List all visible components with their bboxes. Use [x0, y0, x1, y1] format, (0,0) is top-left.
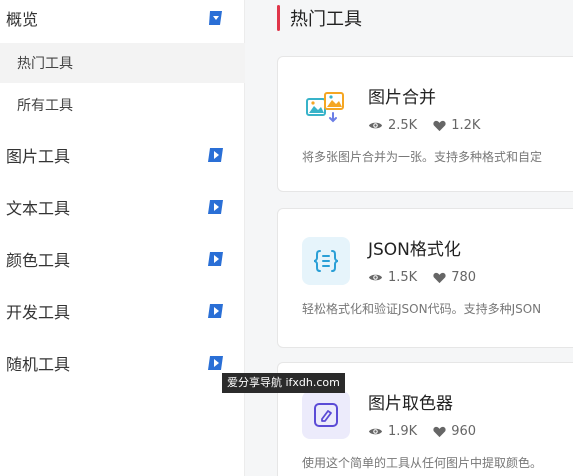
sidebar-group-label: 概览 — [6, 10, 39, 29]
heart-icon — [433, 120, 446, 131]
collapse-arrow-icon — [209, 11, 222, 25]
sidebar-item-label: 热门工具 — [17, 56, 73, 72]
tool-card-title: JSON格式化 — [368, 240, 461, 260]
views-stat: 1.5K — [368, 270, 417, 285]
tool-card-stats: 2.5K 1.2K — [368, 118, 496, 133]
sidebar-group-overview[interactable]: 概览 — [0, 0, 245, 38]
sidebar-group-label: 文本工具 — [6, 199, 71, 218]
sidebar-group-random-tools[interactable]: 随机工具 — [0, 343, 245, 383]
watermark: 爱分享导航 ifxdh.com — [222, 373, 345, 393]
sidebar-item-all-tools[interactable]: 所有工具 — [0, 85, 245, 125]
sidebar-item-label: 所有工具 — [17, 98, 73, 114]
section-title-text: 热门工具 — [290, 9, 362, 30]
heart-icon — [433, 426, 446, 437]
likes-stat: 960 — [433, 424, 476, 439]
eye-icon — [368, 122, 383, 129]
sidebar-group-text-tools[interactable]: 文本工具 — [0, 187, 245, 227]
eye-icon — [368, 274, 383, 281]
tool-card-description: 将多张图片合并为一张。支持多种格式和自定 — [302, 150, 543, 164]
views-count: 2.5K — [388, 118, 418, 133]
expand-arrow-icon — [208, 200, 223, 214]
tool-card-stats: 1.9K 960 — [368, 424, 492, 439]
sidebar-group-label: 图片工具 — [6, 147, 71, 166]
expand-arrow-icon — [208, 252, 223, 266]
sidebar-group-label: 开发工具 — [6, 303, 71, 322]
tool-card-description: 轻松格式化和验证JSON代码。支持多种JSON — [302, 302, 542, 316]
tool-card-json-format[interactable]: JSON格式化 1.5K 780 轻松格式化和验证JSON代码。支持多种JSON — [277, 208, 573, 348]
tool-card-title: 图片合并 — [368, 88, 436, 108]
expand-arrow-icon — [208, 304, 223, 318]
main-content: 热门工具 图片合并 2.5K 1.2K 将多张图片合并为一张。支持多种格式和自定… — [245, 0, 573, 476]
likes-count: 1.2K — [451, 118, 481, 133]
likes-stat: 780 — [433, 270, 476, 285]
sidebar-group-image-tools[interactable]: 图片工具 — [0, 135, 245, 175]
image-merge-icon — [302, 85, 350, 133]
json-braces-icon — [302, 237, 350, 285]
color-picker-icon — [302, 391, 350, 439]
section-accent-bar — [277, 5, 280, 31]
tool-card-image-merge[interactable]: 图片合并 2.5K 1.2K 将多张图片合并为一张。支持多种格式和自定 — [277, 56, 573, 192]
heart-icon — [433, 272, 446, 283]
sidebar-item-hot-tools[interactable]: 热门工具 — [0, 43, 245, 83]
likes-count: 780 — [451, 270, 477, 285]
sidebar: 概览 热门工具 所有工具 图片工具 文本工具 颜色工具 开发工具 随机工具 — [0, 0, 245, 476]
views-stat: 1.9K — [368, 424, 417, 439]
views-stat: 2.5K — [368, 118, 417, 133]
tool-card-title: 图片取色器 — [368, 394, 453, 414]
tool-card-description: 使用这个简单的工具从任何图片中提取颜色。 — [302, 456, 543, 470]
likes-stat: 1.2K — [433, 118, 480, 133]
sidebar-group-label: 颜色工具 — [6, 251, 71, 270]
sidebar-group-color-tools[interactable]: 颜色工具 — [0, 239, 245, 279]
views-count: 1.5K — [388, 270, 418, 285]
expand-arrow-icon — [208, 356, 223, 370]
sidebar-group-label: 随机工具 — [6, 355, 71, 374]
views-count: 1.9K — [388, 424, 418, 439]
expand-arrow-icon — [208, 148, 223, 162]
sidebar-group-dev-tools[interactable]: 开发工具 — [0, 291, 245, 331]
likes-count: 960 — [451, 424, 477, 439]
eye-icon — [368, 428, 383, 435]
section-title: 热门工具 — [277, 4, 362, 32]
tool-card-stats: 1.5K 780 — [368, 270, 492, 285]
